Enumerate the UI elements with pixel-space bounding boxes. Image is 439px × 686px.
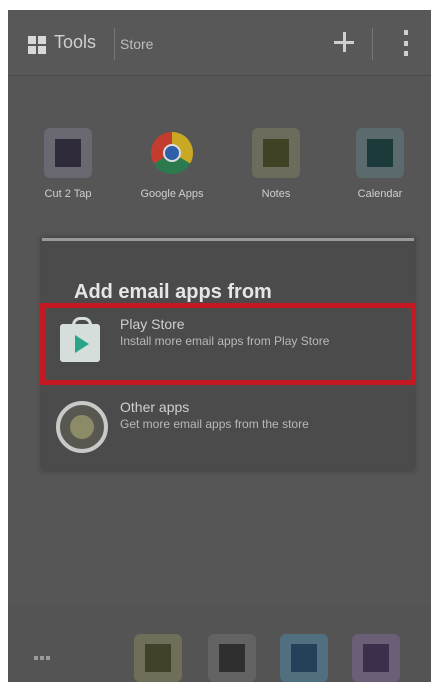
option-name: Other apps [120, 399, 190, 415]
tab-divider [114, 28, 115, 60]
overflow-menu-icon[interactable] [404, 30, 408, 56]
action-bar-divider [372, 28, 373, 60]
add-email-apps-dialog: Add email apps from Play Store Install m… [40, 238, 416, 470]
app-shortcut[interactable]: Notes [226, 128, 326, 200]
dock [8, 604, 431, 682]
option-other-apps[interactable]: Other apps Get more email apps from the … [42, 391, 414, 463]
page-indicator [34, 656, 50, 660]
tab-widgets[interactable]: Store [120, 36, 153, 52]
app-label: Calendar [357, 188, 403, 200]
highlight-frame [40, 303, 416, 385]
app-icon[interactable] [208, 634, 256, 682]
app-icon [356, 128, 404, 178]
option-description: Get more email apps from the store [120, 417, 309, 431]
app-drawer-screen: Tools Store Cut 2 Tap Google Apps Notes … [8, 10, 431, 682]
app-icon[interactable] [134, 634, 182, 682]
dialog-title: Add email apps from [74, 281, 272, 303]
app-circle-icon [56, 401, 108, 453]
tab-apps[interactable]: Tools [54, 32, 96, 53]
plus-icon[interactable] [330, 28, 358, 56]
app-shortcut[interactable]: Cut 2 Tap [18, 128, 118, 200]
app-icon [44, 128, 92, 178]
app-icon[interactable] [352, 634, 400, 682]
chrome-icon [148, 128, 196, 178]
app-shortcut[interactable]: Google Apps [122, 128, 222, 200]
app-icon[interactable] [280, 634, 328, 682]
app-label: Cut 2 Tap [44, 188, 92, 200]
grid-icon[interactable] [28, 36, 46, 54]
app-shortcut[interactable]: Calendar [330, 128, 430, 200]
app-label: Notes [261, 188, 291, 200]
app-icon [252, 128, 300, 178]
action-bar: Tools Store [8, 10, 431, 76]
app-label: Google Apps [140, 188, 204, 200]
